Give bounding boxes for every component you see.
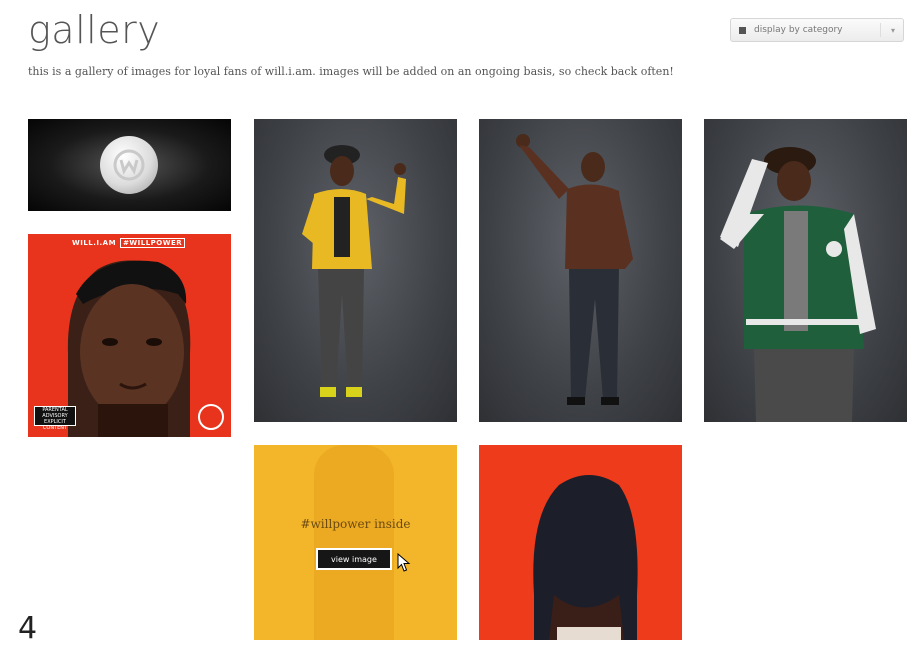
gallery-image-varsity-jacket[interactable] xyxy=(704,119,907,422)
page-subtitle: this is a gallery of images for loyal fa… xyxy=(28,65,674,78)
view-image-button[interactable]: view image xyxy=(316,548,392,570)
leather-jacket-figure xyxy=(516,134,633,405)
back-of-head-figure xyxy=(533,475,638,640)
grid-icon xyxy=(739,26,746,34)
dropdown-separator xyxy=(880,23,881,37)
gallery-image-logo[interactable] xyxy=(28,119,231,211)
gallery-image-red-portrait[interactable] xyxy=(479,445,682,640)
category-dropdown[interactable]: display by category ▾ xyxy=(730,18,904,42)
gallery-image-promo[interactable]: #willpower inside view image xyxy=(254,445,457,640)
varsity-jacket-figure xyxy=(720,147,876,422)
gallery-image-album-cover[interactable]: WILL.I.AM #WILLPOWER PARENTAL ADVISORY EX… xyxy=(28,234,231,437)
yellow-jacket-figure xyxy=(302,145,406,397)
william-logo-icon xyxy=(100,136,158,194)
gallery-image-yellow-jacket[interactable] xyxy=(254,119,457,422)
category-dropdown-label: display by category xyxy=(754,25,843,35)
promo-caption: #willpower inside xyxy=(300,517,411,531)
william-badge-icon xyxy=(198,404,224,430)
chevron-down-icon: ▾ xyxy=(890,25,895,35)
gallery-image-leather-jacket[interactable] xyxy=(479,119,682,422)
mouse-cursor-icon xyxy=(397,553,411,572)
parental-advisory-label: PARENTAL ADVISORY EXPLICIT CONTENT xyxy=(34,406,76,431)
page-title: gallery xyxy=(28,8,161,52)
promo-silhouette xyxy=(314,445,394,640)
